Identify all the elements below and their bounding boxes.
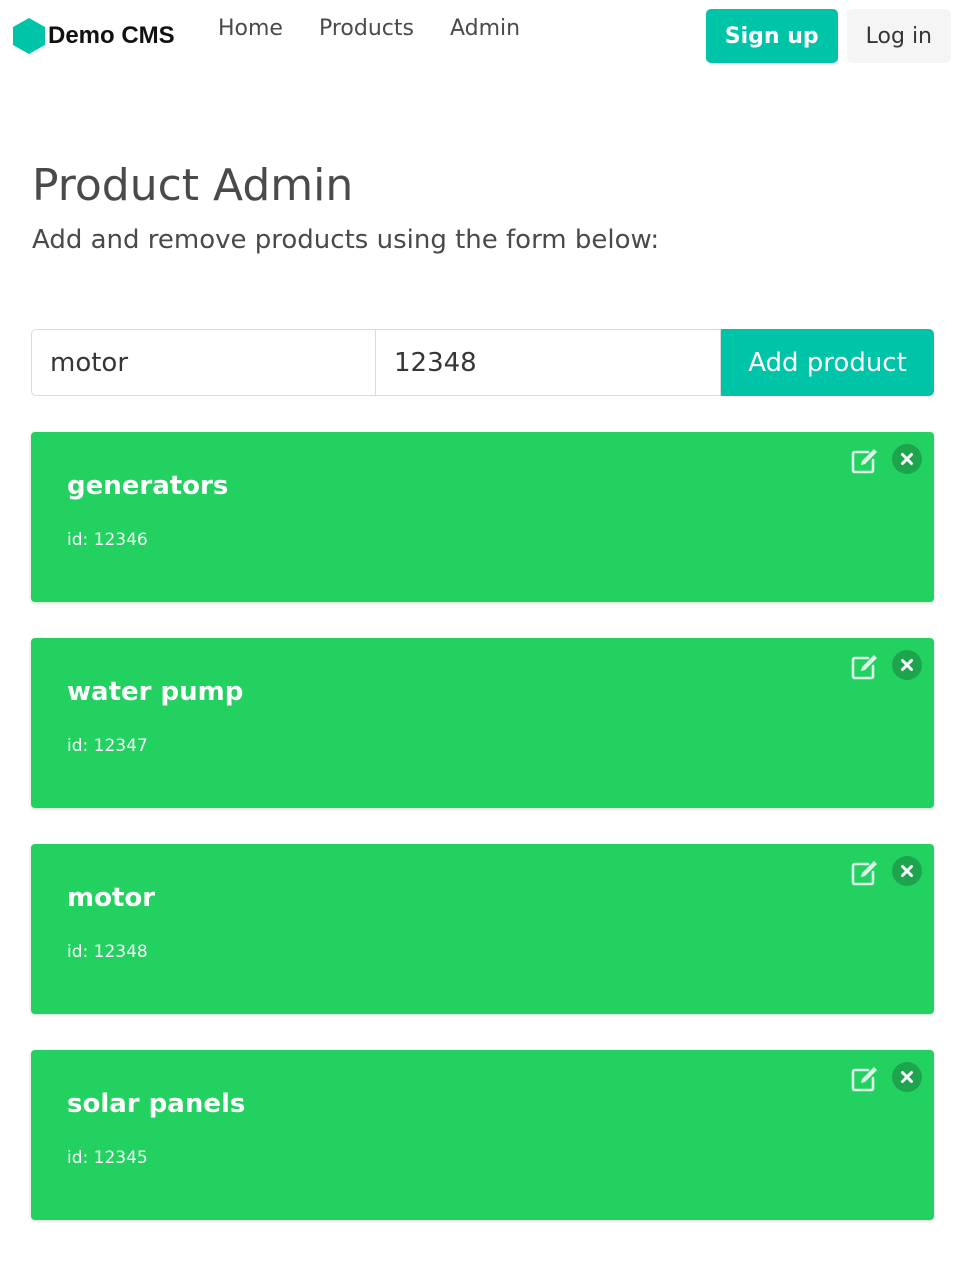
product-id: id: 12345 (67, 1146, 148, 1170)
delete-button[interactable] (892, 856, 922, 886)
close-icon (901, 865, 913, 877)
brand-name: Demo CMS (48, 22, 175, 49)
page-subtitle: Add and remove products using the form b… (32, 225, 660, 255)
product-id-label: id: (67, 736, 89, 756)
product-card: generators id: 12346 (31, 432, 934, 602)
product-name: solar panels (67, 1089, 246, 1119)
product-id: id: 12347 (67, 734, 148, 758)
delete-button[interactable] (892, 444, 922, 474)
signup-button[interactable]: Sign up (705, 9, 838, 63)
edit-icon[interactable] (849, 1064, 879, 1094)
add-product-form: Add product (31, 329, 934, 396)
product-list: generators id: 12346 water pump id: 1234… (31, 432, 934, 1256)
nav-actions: Sign up Log in (705, 9, 951, 63)
product-id-value: 12346 (93, 530, 148, 550)
delete-button[interactable] (892, 1062, 922, 1092)
product-name: generators (67, 471, 229, 501)
product-id-input[interactable] (376, 329, 721, 396)
add-product-button[interactable]: Add product (721, 329, 934, 396)
product-id-value: 12348 (93, 942, 148, 962)
navbar: Demo CMS Home Products Admin Sign up Log… (0, 0, 957, 72)
close-icon (901, 453, 913, 465)
product-id: id: 12346 (67, 528, 148, 552)
edit-icon[interactable] (849, 652, 879, 682)
product-id-value: 12347 (93, 736, 148, 756)
product-id-value: 12345 (93, 1148, 148, 1168)
close-icon (901, 1071, 913, 1083)
nav-links: Home Products Admin (200, 0, 538, 58)
product-id: id: 12348 (67, 940, 148, 964)
product-id-label: id: (67, 942, 89, 962)
edit-icon[interactable] (849, 858, 879, 888)
product-card: water pump id: 12347 (31, 638, 934, 808)
product-name-input[interactable] (31, 329, 376, 396)
product-card: motor id: 12348 (31, 844, 934, 1014)
brand[interactable]: Demo CMS (12, 17, 175, 55)
product-card: solar panels id: 12345 (31, 1050, 934, 1220)
hexagon-logo-icon (13, 18, 45, 54)
close-icon (901, 659, 913, 671)
delete-button[interactable] (892, 650, 922, 680)
nav-link-admin[interactable]: Admin (432, 0, 538, 58)
page-title: Product Admin (32, 160, 354, 211)
nav-link-home[interactable]: Home (200, 0, 301, 58)
edit-icon[interactable] (849, 446, 879, 476)
product-name: water pump (67, 677, 244, 707)
product-id-label: id: (67, 1148, 89, 1168)
nav-link-products[interactable]: Products (301, 0, 432, 58)
product-id-label: id: (67, 530, 89, 550)
login-button[interactable]: Log in (846, 9, 951, 63)
product-name: motor (67, 883, 156, 913)
